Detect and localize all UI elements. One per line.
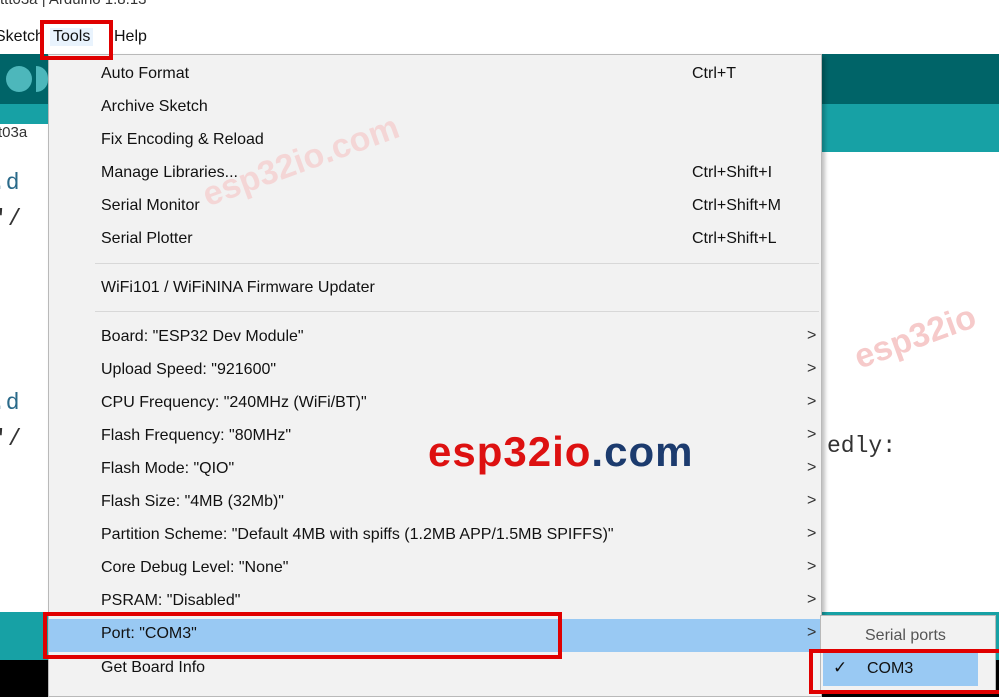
menu-separator bbox=[95, 263, 819, 264]
menu-item-label: PSRAM: "Disabled" bbox=[101, 592, 241, 609]
menu-item-manage-libraries[interactable]: Manage Libraries... Ctrl+Shift+I bbox=[49, 158, 821, 191]
menu-item-flash-size[interactable]: Flash Size: "4MB (32Mb)" > bbox=[49, 487, 821, 520]
highlight-box-tools bbox=[40, 20, 113, 60]
code-line: '/ bbox=[0, 206, 22, 232]
chevron-right-icon: > bbox=[807, 459, 817, 476]
menu-help[interactable]: Help bbox=[114, 28, 147, 46]
menu-item-label: Flash Mode: "QIO" bbox=[101, 460, 235, 477]
chevron-right-icon: > bbox=[807, 591, 817, 608]
code-line: .d bbox=[0, 390, 20, 416]
code-line: edly: bbox=[827, 433, 897, 459]
menu-item-label: Partition Scheme: "Default 4MB with spif… bbox=[101, 526, 614, 543]
menu-item-label: WiFi101 / WiFiNINA Firmware Updater bbox=[101, 279, 375, 296]
menu-item-label: Get Board Info bbox=[101, 659, 206, 676]
menu-item-board[interactable]: Board: "ESP32 Dev Module" > bbox=[49, 322, 821, 355]
code-line: .d bbox=[0, 170, 20, 196]
menu-item-partition-scheme[interactable]: Partition Scheme: "Default 4MB with spif… bbox=[49, 520, 821, 553]
menu-item-label: CPU Frequency: "240MHz (WiFi/BT)" bbox=[101, 394, 367, 411]
menu-item-core-debug-level[interactable]: Core Debug Level: "None" > bbox=[49, 553, 821, 586]
menu-item-label: Fix Encoding & Reload bbox=[101, 131, 264, 148]
chevron-right-icon: > bbox=[807, 558, 817, 575]
menu-item-serial-monitor[interactable]: Serial Monitor Ctrl+Shift+M bbox=[49, 191, 821, 224]
menu-item-label: Serial Plotter bbox=[101, 230, 193, 247]
sketch-tab-label: t03a bbox=[0, 124, 28, 141]
menu-item-cpu-frequency[interactable]: CPU Frequency: "240MHz (WiFi/BT)" > bbox=[49, 388, 821, 421]
chevron-right-icon: > bbox=[807, 492, 817, 509]
menu-sketch[interactable]: Sketch bbox=[0, 28, 44, 46]
chevron-right-icon: > bbox=[807, 624, 817, 641]
code-line: '/ bbox=[0, 426, 22, 452]
menu-item-shortcut: Ctrl+Shift+I bbox=[692, 164, 773, 181]
menu-item-shortcut: Ctrl+T bbox=[692, 65, 736, 82]
menu-item-label: Flash Size: "4MB (32Mb)" bbox=[101, 493, 284, 510]
menu-item-shortcut: Ctrl+Shift+L bbox=[692, 230, 777, 247]
menu-item-firmware-updater[interactable]: WiFi101 / WiFiNINA Firmware Updater bbox=[49, 273, 821, 306]
menu-item-label: Auto Format bbox=[101, 65, 190, 82]
chevron-right-icon: > bbox=[807, 525, 817, 542]
chevron-right-icon: > bbox=[807, 426, 817, 443]
menu-item-archive-sketch[interactable]: Archive Sketch bbox=[49, 92, 821, 125]
chevron-right-icon: > bbox=[807, 360, 817, 377]
tools-dropdown-menu: Auto Format Ctrl+T Archive Sketch Fix En… bbox=[48, 54, 822, 697]
menu-item-fix-encoding[interactable]: Fix Encoding & Reload bbox=[49, 125, 821, 158]
highlight-box-port bbox=[43, 612, 562, 659]
watermark-part: .com bbox=[591, 428, 694, 475]
window-title: ttt03a | Arduino 1.8.13 bbox=[0, 0, 147, 8]
window-title-bar: ttt03a | Arduino 1.8.13 bbox=[0, 0, 999, 22]
menu-item-serial-plotter[interactable]: Serial Plotter Ctrl+Shift+L bbox=[49, 224, 821, 257]
menu-bar: Sketch Tools Help bbox=[0, 22, 999, 55]
verify-button[interactable] bbox=[6, 66, 32, 92]
watermark-part: esp32io bbox=[428, 428, 592, 475]
highlight-box-com3 bbox=[809, 649, 999, 694]
menu-item-label: Flash Frequency: "80MHz" bbox=[101, 427, 292, 444]
watermark: esp32io.com bbox=[428, 428, 693, 476]
menu-item-shortcut: Ctrl+Shift+M bbox=[692, 197, 781, 214]
submenu-header: Serial ports bbox=[865, 627, 946, 644]
menu-separator bbox=[95, 311, 819, 312]
menu-item-label: Serial Monitor bbox=[101, 197, 200, 214]
menu-item-label: Archive Sketch bbox=[101, 98, 208, 115]
menu-item-upload-speed[interactable]: Upload Speed: "921600" > bbox=[49, 355, 821, 388]
menu-item-auto-format[interactable]: Auto Format Ctrl+T bbox=[49, 59, 821, 92]
chevron-right-icon: > bbox=[807, 393, 817, 410]
chevron-right-icon: > bbox=[807, 327, 817, 344]
menu-item-label: Board: "ESP32 Dev Module" bbox=[101, 328, 304, 345]
menu-item-label: Core Debug Level: "None" bbox=[101, 559, 289, 576]
menu-item-label: Upload Speed: "921600" bbox=[101, 361, 277, 378]
